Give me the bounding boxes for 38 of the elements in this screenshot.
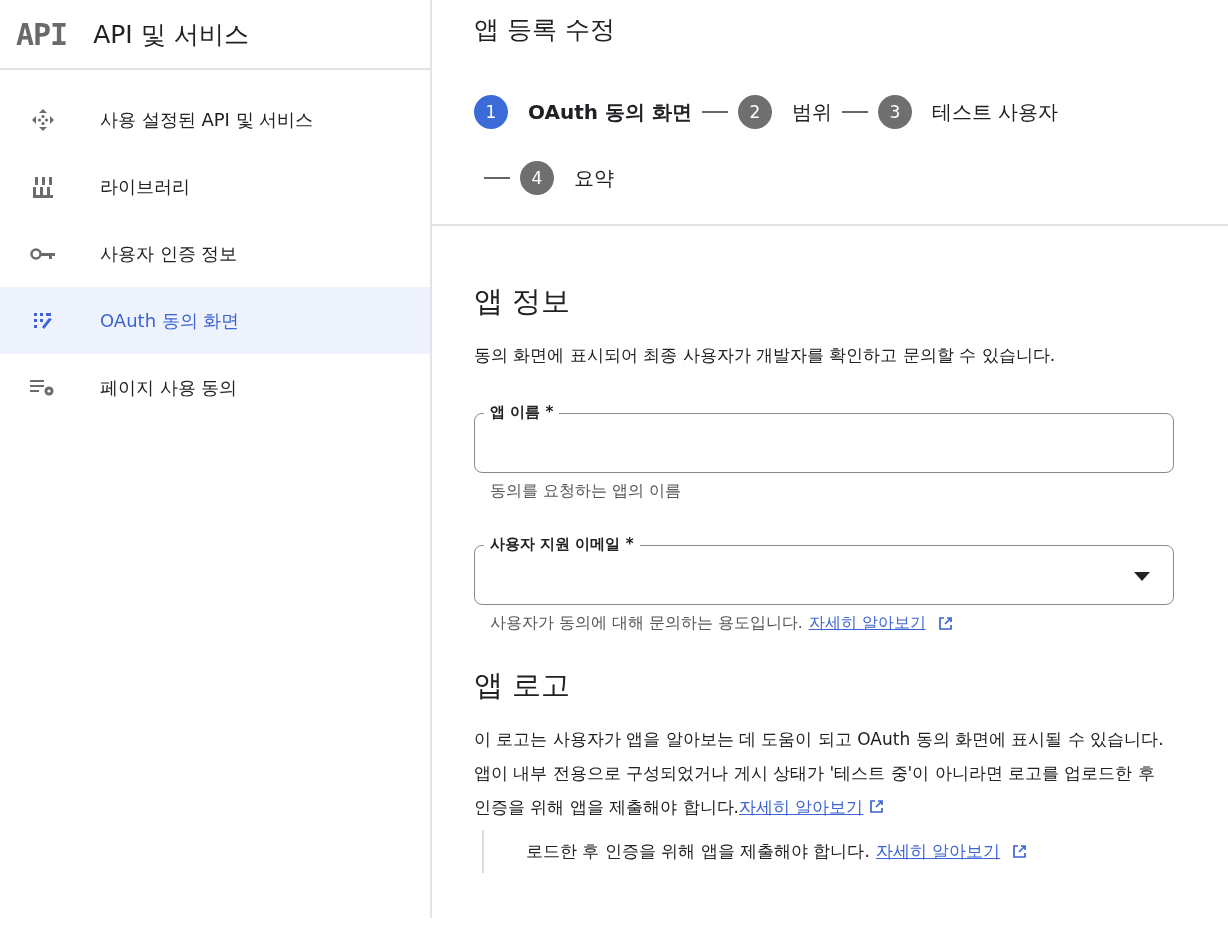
sidebar-title: API 및 서비스	[93, 18, 249, 51]
step-label[interactable]: 테스트 사용자	[931, 98, 1059, 126]
page-title: 앱 등록 수정	[474, 13, 615, 46]
dotted-check-icon	[33, 311, 53, 330]
step-number: 3	[877, 95, 912, 129]
library-icon	[32, 174, 54, 199]
helper-text: 동의를 요청하는 앱의 이름	[490, 481, 681, 502]
step-label[interactable]: 범위	[791, 98, 832, 126]
sidebar-item[interactable]: 사용 설정된 API 및 서비스	[0, 86, 430, 153]
key-icon	[30, 246, 56, 261]
step-number: 2	[737, 95, 772, 129]
step-number: 4	[520, 161, 554, 195]
sidebar-item[interactable]: OAuth 동의 화면	[0, 287, 430, 354]
step-number: 1	[474, 95, 508, 129]
section-heading: 앱 정보	[474, 283, 572, 320]
logo-paragraph: 이 로고는 사용자가 앱을 알아보는 데 도움이 되고 OAuth 동의 화면에 표시될 수 있습니다.	[474, 728, 1165, 751]
sidebar-item[interactable]: 페이지 사용 동의	[0, 354, 430, 421]
logo-paragraph: 앱이 내부 전용으로 구성되었거나 게시 상태가 '테스트 중'이 아니라면 로고를 업로드한 후 인증을 위해 앱을 제출해야 합니다.자세히 알아보기	[474, 762, 1156, 819]
caret-icon	[1134, 571, 1150, 581]
quoted-text: 로드한 후 인증을 위해 앱을 제출해야 합니다.	[526, 840, 870, 863]
section-description: 동의 화면에 표시되어 최종 사용자가 개발자를 확인하고 문의할 수 있습니다.	[474, 344, 1057, 367]
step-connector	[484, 177, 510, 179]
diamond-dots-icon	[30, 106, 56, 133]
external-link-icon	[937, 616, 953, 631]
external-link-icon	[1012, 844, 1028, 859]
sidebar-item[interactable]: 사용자 인증 정보	[0, 220, 430, 287]
helper-text: 사용자가 동의에 대해 문의하는 용도입니다.	[490, 613, 803, 634]
step-label[interactable]: 요약	[574, 164, 614, 192]
learn-more-link[interactable]: 자세히 알아보기	[808, 613, 926, 634]
learn-more-link[interactable]: 자세히 알아보기	[875, 840, 1001, 863]
step-connector	[841, 111, 868, 113]
step-connector	[701, 111, 728, 113]
step-label[interactable]: OAuth 동의 화면	[528, 98, 692, 126]
learn-more-link[interactable]: 자세히 알아보기	[739, 797, 864, 817]
external-link-icon	[869, 799, 885, 814]
sidebar-item[interactable]: 라이브러리	[0, 153, 430, 220]
api-logo: API	[16, 16, 68, 52]
section-heading: 앱 로고	[474, 667, 572, 704]
